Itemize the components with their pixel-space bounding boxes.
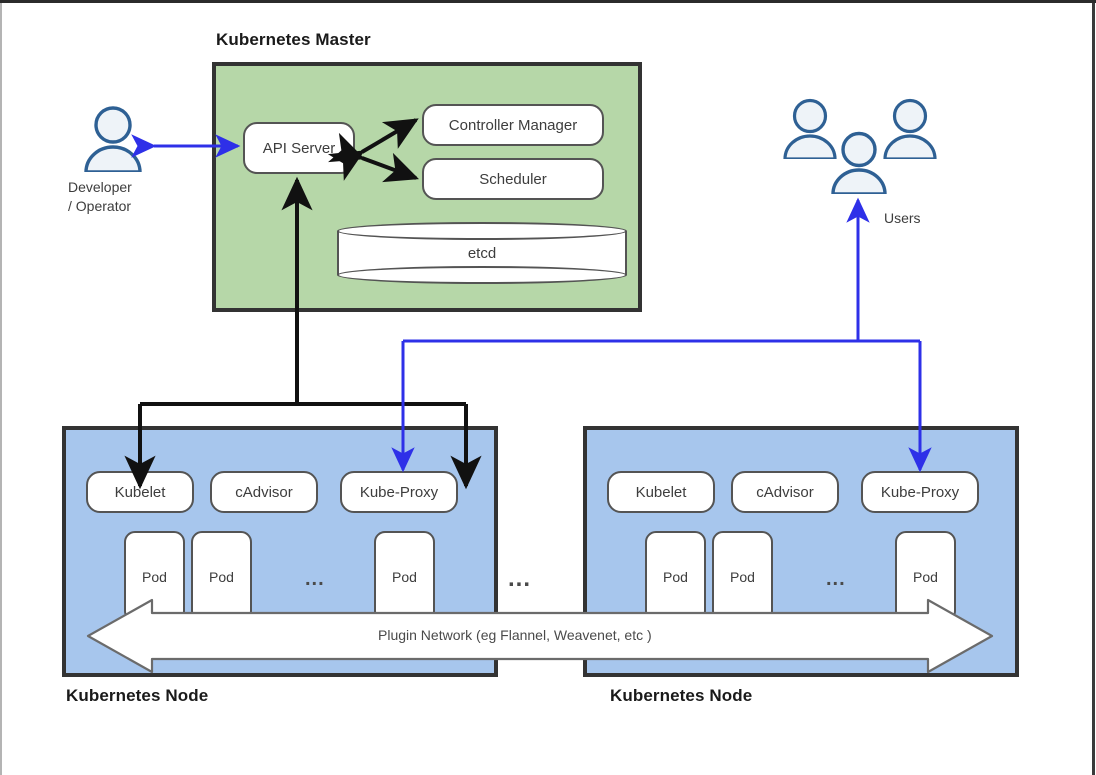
- plugin-network-label: Plugin Network (eg Flannel, Weavenet, et…: [378, 627, 652, 643]
- diagram-canvas: Kubernetes Master API Server Controller …: [0, 0, 1096, 775]
- plugin-network-band: [0, 0, 1096, 775]
